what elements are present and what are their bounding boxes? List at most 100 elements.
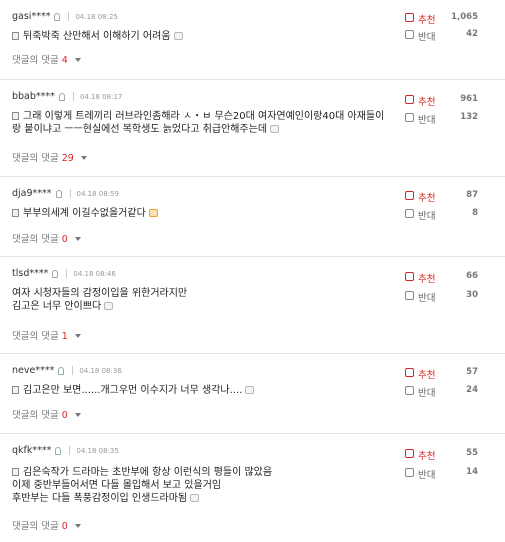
divider [69,189,71,198]
reply-label: 댓글의 댓글 [12,55,59,66]
comment-item: qkfk**** 04.18 08:35 김은숙작가 드라마는 초반부에 항상 … [0,434,505,542]
user-icon [55,189,62,198]
comment-username[interactable]: bbab**** [12,91,55,102]
comment-username[interactable]: neve**** [12,365,54,376]
thumbs-down-icon [405,209,414,218]
thumbs-up-icon [405,191,414,200]
recommend-count: 87 [466,190,478,200]
comment-item: gasi**** 04.18 08:25 뒤죽박죽 산만해서 이해하기 어려움 … [0,0,505,80]
thumbs-up-icon [405,95,414,104]
recommend-button[interactable]: 추천 961 [405,94,478,108]
thumbs-down-icon [405,30,414,39]
comment-meta: bbab**** 04.18 08:17 [12,91,122,102]
comment-text: 뒤죽박죽 산만해서 이해하기 어려움 [12,30,397,43]
reply-count: 1 [61,331,68,342]
thumbs-up-icon [405,449,414,458]
recommend-button[interactable]: 추천 55 [405,448,478,462]
comment-date: 04.18 08:35 [76,446,119,455]
recommend-count: 55 [466,448,478,458]
caret-down-icon [80,156,87,160]
comment-date: 04.18 08:17 [79,92,123,101]
comment-line: 김고은 너무 안이쁘다 [12,301,102,312]
oppose-button[interactable]: 반대 8 [405,208,478,222]
reply-toggle[interactable]: 댓글의 댓글 0 [12,231,81,245]
comment-meta: dja9**** 04.18 08:59 [12,188,119,199]
document-icon [12,112,19,120]
divider [72,92,74,101]
comment-username[interactable]: dja9**** [12,188,52,199]
oppose-button[interactable]: 반대 24 [405,385,478,399]
oppose-label: 반대 [418,293,436,304]
reply-toggle[interactable]: 댓글의 댓글 0 [12,407,81,421]
reply-label: 댓글의 댓글 [12,331,59,342]
caret-down-icon [74,58,81,62]
emoji-icon [173,32,183,40]
user-icon [58,92,65,101]
reply-count: 29 [61,153,74,164]
divider [66,269,68,278]
oppose-label: 반대 [418,388,436,399]
oppose-label: 반대 [418,470,436,481]
comment-line: 뒤죽박죽 산만해서 이해하기 어려움 [23,31,171,42]
reply-toggle[interactable]: 댓글의 댓글 0 [12,518,81,532]
reply-toggle[interactable]: 댓글의 댓글 1 [12,328,81,342]
reply-toggle[interactable]: 댓글의 댓글 4 [12,52,81,66]
user-icon [58,366,65,375]
recommend-label: 추천 [418,97,436,108]
recommend-count: 66 [466,271,478,281]
reply-label: 댓글의 댓글 [12,234,59,245]
comment-meta: gasi**** 04.18 08:25 [12,11,118,22]
oppose-label: 반대 [418,211,436,222]
divider [72,366,74,375]
comment-date: 04.18 08:36 [79,366,122,375]
reply-count: 0 [61,234,68,245]
recommend-count: 57 [466,367,478,377]
oppose-label: 반대 [418,32,436,43]
comment-item: neve**** 04.18 08:36 김고은만 보면......개그우먼 이… [0,354,505,434]
comment-line: 이제 중반부들어서면 다들 몰입해서 보고 있을거임 [12,480,222,491]
document-icon [12,209,19,217]
thumbs-down-icon [405,291,414,300]
comment-meta: qkfk**** 04.18 08:35 [12,445,119,456]
thumbs-down-icon [405,113,414,122]
emoji-icon [245,386,255,394]
document-icon [12,32,19,40]
emoji-icon [270,125,280,133]
recommend-count: 961 [460,94,478,104]
oppose-button[interactable]: 반대 132 [405,112,478,126]
reply-count: 4 [61,55,68,66]
oppose-count: 30 [466,290,478,300]
thumbs-up-icon [405,368,414,377]
oppose-count: 14 [466,467,478,477]
recommend-button[interactable]: 추천 1,065 [405,12,478,26]
caret-down-icon [74,413,81,417]
comment-line: 랑 붙이냐고 ㅡㅡ현실에선 복학생도 늙었다고 취급안해주는데 [12,124,268,135]
comment-text: 그래 이렇게 트레끼리 러브라인좀해라 ㅅ・ㅂ 무슨20대 여자연예인이랑40대… [12,110,397,136]
comment-line: 김은숙작가 드라마는 초반부에 항상 이런식의 평들이 많았음 [23,467,273,478]
thumbs-up-icon [405,13,414,22]
oppose-button[interactable]: 반대 14 [405,467,478,481]
oppose-count: 42 [466,29,478,39]
oppose-button[interactable]: 반대 42 [405,29,478,43]
comment-text: 김고은만 보면......개그우먼 이수지가 너무 생각나.... [12,384,397,397]
reply-count: 0 [61,521,68,532]
comment-username[interactable]: gasi**** [12,11,50,22]
thumbs-up-icon [405,272,414,281]
caret-down-icon [74,334,81,338]
reply-label: 댓글의 댓글 [12,410,59,421]
comment-line: 후반부는 다들 폭풍감정이입 인생드라마됨 [12,493,188,504]
recommend-button[interactable]: 추천 87 [405,190,478,204]
oppose-button[interactable]: 반대 30 [405,290,478,304]
divider [68,12,70,21]
recommend-label: 추천 [418,370,436,381]
comment-username[interactable]: tlsd**** [12,268,48,279]
recommend-label: 추천 [418,15,436,26]
oppose-count: 132 [460,112,478,122]
reply-toggle[interactable]: 댓글의 댓글 29 [12,150,87,164]
recommend-label: 추천 [418,451,436,462]
recommend-button[interactable]: 추천 57 [405,367,478,381]
comment-username[interactable]: qkfk**** [12,445,51,456]
comment-meta: neve**** 04.18 08:36 [12,365,122,376]
recommend-button[interactable]: 추천 66 [405,271,478,285]
comment-text: 여자 시청자들의 감정이입을 위한거라지만 김고은 너무 안이쁘다 [12,287,397,313]
